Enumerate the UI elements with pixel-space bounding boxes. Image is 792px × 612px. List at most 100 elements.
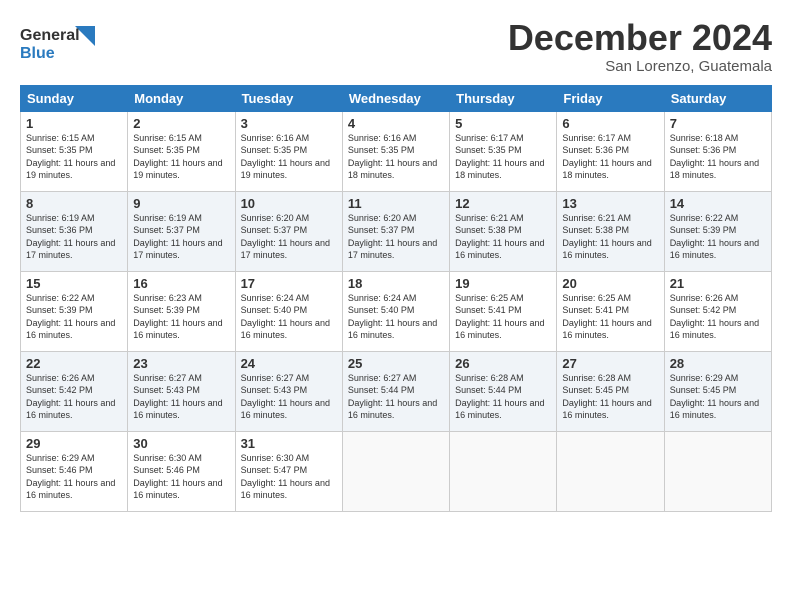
calendar-cell: 22Sunrise: 6:26 AMSunset: 5:42 PMDayligh… [21, 351, 128, 431]
calendar-cell: 31Sunrise: 6:30 AMSunset: 5:47 PMDayligh… [235, 431, 342, 511]
day-number: 21 [670, 276, 766, 291]
day-number: 23 [133, 356, 229, 371]
calendar-cell: 27Sunrise: 6:28 AMSunset: 5:45 PMDayligh… [557, 351, 664, 431]
day-number: 6 [562, 116, 658, 131]
calendar-header-row: SundayMondayTuesdayWednesdayThursdayFrid… [21, 85, 772, 111]
day-info: Sunrise: 6:29 AMSunset: 5:45 PMDaylight:… [670, 372, 766, 422]
day-number: 31 [241, 436, 337, 451]
day-number: 17 [241, 276, 337, 291]
day-number: 26 [455, 356, 551, 371]
day-number: 29 [26, 436, 122, 451]
calendar-cell: 12Sunrise: 6:21 AMSunset: 5:38 PMDayligh… [450, 191, 557, 271]
day-number: 25 [348, 356, 444, 371]
day-info: Sunrise: 6:17 AMSunset: 5:35 PMDaylight:… [455, 132, 551, 182]
day-info: Sunrise: 6:16 AMSunset: 5:35 PMDaylight:… [241, 132, 337, 182]
day-info: Sunrise: 6:30 AMSunset: 5:46 PMDaylight:… [133, 452, 229, 502]
day-info: Sunrise: 6:30 AMSunset: 5:47 PMDaylight:… [241, 452, 337, 502]
calendar-week-row: 8Sunrise: 6:19 AMSunset: 5:36 PMDaylight… [21, 191, 772, 271]
calendar-cell: 1Sunrise: 6:15 AMSunset: 5:35 PMDaylight… [21, 111, 128, 191]
calendar-cell: 9Sunrise: 6:19 AMSunset: 5:37 PMDaylight… [128, 191, 235, 271]
day-info: Sunrise: 6:23 AMSunset: 5:39 PMDaylight:… [133, 292, 229, 342]
calendar-cell: 8Sunrise: 6:19 AMSunset: 5:36 PMDaylight… [21, 191, 128, 271]
day-info: Sunrise: 6:21 AMSunset: 5:38 PMDaylight:… [562, 212, 658, 262]
calendar-cell: 15Sunrise: 6:22 AMSunset: 5:39 PMDayligh… [21, 271, 128, 351]
header: General Blue December 2024 San Lorenzo, … [20, 18, 772, 75]
day-number: 22 [26, 356, 122, 371]
day-header-sunday: Sunday [21, 85, 128, 111]
day-info: Sunrise: 6:15 AMSunset: 5:35 PMDaylight:… [26, 132, 122, 182]
day-header-tuesday: Tuesday [235, 85, 342, 111]
logo: General Blue [20, 18, 110, 66]
day-number: 10 [241, 196, 337, 211]
day-number: 3 [241, 116, 337, 131]
day-info: Sunrise: 6:27 AMSunset: 5:44 PMDaylight:… [348, 372, 444, 422]
day-info: Sunrise: 6:21 AMSunset: 5:38 PMDaylight:… [455, 212, 551, 262]
day-info: Sunrise: 6:19 AMSunset: 5:36 PMDaylight:… [26, 212, 122, 262]
location: San Lorenzo, Guatemala [508, 58, 772, 75]
day-info: Sunrise: 6:19 AMSunset: 5:37 PMDaylight:… [133, 212, 229, 262]
day-number: 28 [670, 356, 766, 371]
calendar-week-row: 1Sunrise: 6:15 AMSunset: 5:35 PMDaylight… [21, 111, 772, 191]
calendar-cell: 20Sunrise: 6:25 AMSunset: 5:41 PMDayligh… [557, 271, 664, 351]
day-number: 9 [133, 196, 229, 211]
day-info: Sunrise: 6:24 AMSunset: 5:40 PMDaylight:… [241, 292, 337, 342]
calendar-week-row: 15Sunrise: 6:22 AMSunset: 5:39 PMDayligh… [21, 271, 772, 351]
calendar-table: SundayMondayTuesdayWednesdayThursdayFrid… [20, 85, 772, 512]
day-number: 27 [562, 356, 658, 371]
logo-svg: General Blue [20, 18, 110, 66]
calendar-cell: 2Sunrise: 6:15 AMSunset: 5:35 PMDaylight… [128, 111, 235, 191]
day-info: Sunrise: 6:26 AMSunset: 5:42 PMDaylight:… [670, 292, 766, 342]
calendar-cell [342, 431, 449, 511]
day-info: Sunrise: 6:20 AMSunset: 5:37 PMDaylight:… [241, 212, 337, 262]
day-info: Sunrise: 6:27 AMSunset: 5:43 PMDaylight:… [241, 372, 337, 422]
day-info: Sunrise: 6:16 AMSunset: 5:35 PMDaylight:… [348, 132, 444, 182]
day-number: 24 [241, 356, 337, 371]
calendar-cell: 23Sunrise: 6:27 AMSunset: 5:43 PMDayligh… [128, 351, 235, 431]
title-block: December 2024 San Lorenzo, Guatemala [508, 18, 772, 75]
day-header-friday: Friday [557, 85, 664, 111]
calendar-cell: 16Sunrise: 6:23 AMSunset: 5:39 PMDayligh… [128, 271, 235, 351]
day-number: 11 [348, 196, 444, 211]
calendar-cell [557, 431, 664, 511]
calendar-cell: 5Sunrise: 6:17 AMSunset: 5:35 PMDaylight… [450, 111, 557, 191]
calendar-week-row: 29Sunrise: 6:29 AMSunset: 5:46 PMDayligh… [21, 431, 772, 511]
day-info: Sunrise: 6:28 AMSunset: 5:45 PMDaylight:… [562, 372, 658, 422]
day-info: Sunrise: 6:22 AMSunset: 5:39 PMDaylight:… [26, 292, 122, 342]
calendar-cell [664, 431, 771, 511]
calendar-cell: 30Sunrise: 6:30 AMSunset: 5:46 PMDayligh… [128, 431, 235, 511]
day-number: 1 [26, 116, 122, 131]
calendar-cell: 26Sunrise: 6:28 AMSunset: 5:44 PMDayligh… [450, 351, 557, 431]
calendar-cell: 25Sunrise: 6:27 AMSunset: 5:44 PMDayligh… [342, 351, 449, 431]
calendar-cell: 6Sunrise: 6:17 AMSunset: 5:36 PMDaylight… [557, 111, 664, 191]
day-number: 30 [133, 436, 229, 451]
day-number: 8 [26, 196, 122, 211]
day-number: 5 [455, 116, 551, 131]
calendar-cell: 21Sunrise: 6:26 AMSunset: 5:42 PMDayligh… [664, 271, 771, 351]
day-info: Sunrise: 6:24 AMSunset: 5:40 PMDaylight:… [348, 292, 444, 342]
day-info: Sunrise: 6:15 AMSunset: 5:35 PMDaylight:… [133, 132, 229, 182]
calendar-cell: 17Sunrise: 6:24 AMSunset: 5:40 PMDayligh… [235, 271, 342, 351]
calendar-cell: 28Sunrise: 6:29 AMSunset: 5:45 PMDayligh… [664, 351, 771, 431]
month-title: December 2024 [508, 18, 772, 58]
day-number: 2 [133, 116, 229, 131]
day-number: 20 [562, 276, 658, 291]
day-number: 13 [562, 196, 658, 211]
calendar-cell: 10Sunrise: 6:20 AMSunset: 5:37 PMDayligh… [235, 191, 342, 271]
calendar-cell: 4Sunrise: 6:16 AMSunset: 5:35 PMDaylight… [342, 111, 449, 191]
calendar-cell: 29Sunrise: 6:29 AMSunset: 5:46 PMDayligh… [21, 431, 128, 511]
day-number: 14 [670, 196, 766, 211]
svg-text:General: General [20, 27, 80, 44]
day-number: 16 [133, 276, 229, 291]
day-info: Sunrise: 6:27 AMSunset: 5:43 PMDaylight:… [133, 372, 229, 422]
day-header-thursday: Thursday [450, 85, 557, 111]
day-info: Sunrise: 6:17 AMSunset: 5:36 PMDaylight:… [562, 132, 658, 182]
day-info: Sunrise: 6:29 AMSunset: 5:46 PMDaylight:… [26, 452, 122, 502]
calendar-cell: 7Sunrise: 6:18 AMSunset: 5:36 PMDaylight… [664, 111, 771, 191]
day-info: Sunrise: 6:18 AMSunset: 5:36 PMDaylight:… [670, 132, 766, 182]
calendar-cell: 14Sunrise: 6:22 AMSunset: 5:39 PMDayligh… [664, 191, 771, 271]
day-info: Sunrise: 6:26 AMSunset: 5:42 PMDaylight:… [26, 372, 122, 422]
calendar-cell: 18Sunrise: 6:24 AMSunset: 5:40 PMDayligh… [342, 271, 449, 351]
day-info: Sunrise: 6:25 AMSunset: 5:41 PMDaylight:… [455, 292, 551, 342]
calendar-cell: 3Sunrise: 6:16 AMSunset: 5:35 PMDaylight… [235, 111, 342, 191]
day-number: 4 [348, 116, 444, 131]
